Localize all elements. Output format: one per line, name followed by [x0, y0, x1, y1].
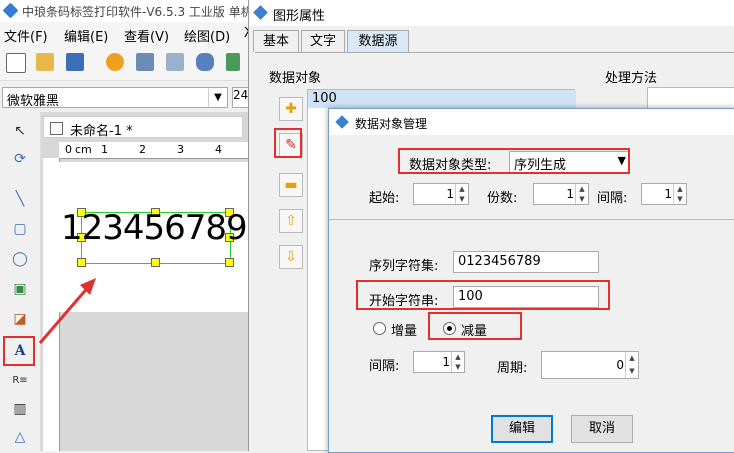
spinner-arrows-icon[interactable]: ▲ ▼ [673, 184, 686, 204]
start-label: 起始: [369, 191, 400, 206]
tab-datasource[interactable]: 数据源 [347, 30, 409, 52]
spinner-arrows-icon[interactable]: ▲ ▼ [575, 184, 588, 204]
interval-label: 间隔: [597, 191, 628, 206]
window-logo-icon [253, 5, 268, 20]
move-up-icon[interactable]: ⇧ [279, 209, 303, 233]
step-value: 1 [442, 355, 450, 369]
interval-value: 1 [664, 187, 672, 201]
copies-value: 1 [566, 187, 574, 201]
data-objects-label: 数据对象 [269, 71, 322, 86]
period-spinner[interactable]: 0 ▲ ▼ [541, 351, 639, 379]
spinner-arrows-icon[interactable]: ▲ ▼ [451, 352, 464, 372]
move-down-icon[interactable]: ⇩ [279, 245, 303, 269]
interval-spinner[interactable]: 1 ▲ ▼ [641, 183, 687, 205]
list-item[interactable]: 100 [308, 90, 576, 108]
decrement-highlight [428, 312, 522, 340]
tab-text[interactable]: 文字 [301, 30, 345, 52]
process-method-label: 处理方法 [605, 71, 658, 86]
period-label: 周期: [497, 361, 528, 376]
copies-label: 份数: [487, 191, 518, 206]
charset-input[interactable]: 0123456789 [453, 251, 599, 273]
cancel-button[interactable]: 取消 [571, 415, 633, 443]
period-value: 0 [616, 358, 624, 372]
edit-confirm-button[interactable]: 编辑 [491, 415, 553, 443]
dialog-title: 数据对象管理 [355, 117, 428, 131]
start-string-highlight [356, 280, 610, 310]
dialog-logo-icon [335, 115, 349, 129]
tab-basic[interactable]: 基本 [253, 30, 299, 52]
type-highlight [398, 148, 630, 174]
remove-icon[interactable]: ▬ [279, 173, 303, 197]
spinner-arrows-icon[interactable]: ▲ ▼ [625, 352, 638, 378]
increment-label: 增量 [391, 324, 418, 339]
step-label: 间隔: [369, 359, 400, 374]
dialog-title-bar: 数据对象管理 [329, 109, 734, 135]
spinner-arrows-icon[interactable]: ▲ ▼ [455, 184, 468, 204]
charset-label: 序列字符集: [369, 259, 439, 274]
add-icon[interactable]: ✚ [279, 97, 303, 121]
start-spinner[interactable]: 1 ▲ ▼ [413, 183, 469, 205]
increment-radio[interactable] [373, 322, 386, 335]
properties-title-bar: 图形属性 [249, 0, 734, 26]
edit-button-highlight [274, 128, 302, 158]
start-value: 1 [446, 187, 454, 201]
copies-spinner[interactable]: 1 ▲ ▼ [533, 183, 589, 205]
step-spinner[interactable]: 1 ▲ ▼ [413, 351, 465, 373]
properties-title: 图形属性 [273, 9, 326, 24]
